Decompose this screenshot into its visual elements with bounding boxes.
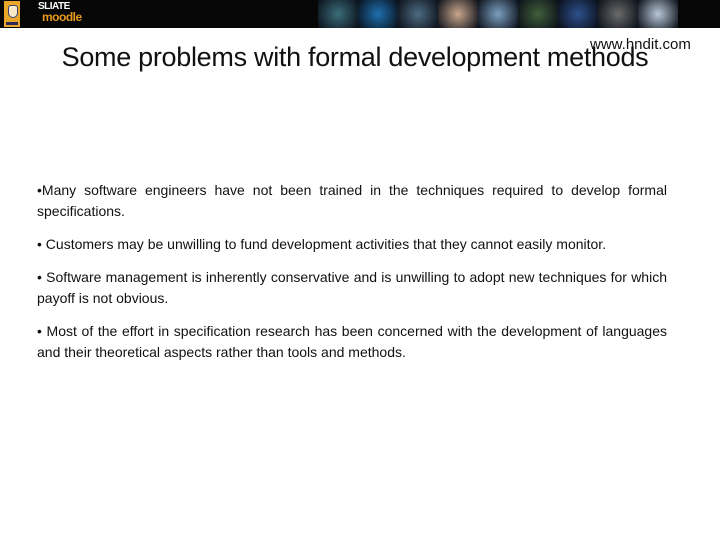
bullet-list: •Many software engineers have not been t… <box>37 180 667 375</box>
banner-photo-tile <box>438 0 478 28</box>
banner-photo-tile <box>478 0 518 28</box>
bullet-item: •Many software engineers have not been t… <box>37 182 667 219</box>
watermark-url: www.hndit.com <box>590 36 691 53</box>
slide-title: Some problems with formal development me… <box>61 42 649 72</box>
banner-photo-tile <box>558 0 598 28</box>
banner-photo-tile <box>598 0 638 28</box>
bullet-item: • Software management is inherently cons… <box>37 269 667 306</box>
banner-photo-tile <box>358 0 398 28</box>
shield-icon <box>8 5 18 18</box>
photo-strip <box>318 0 678 28</box>
crest-label <box>6 22 18 25</box>
bullet-item: • Customers may be unwilling to fund dev… <box>37 236 607 252</box>
bullet-item: • Most of the effort in specification re… <box>37 323 667 360</box>
brand-line2: moodle <box>42 10 82 24</box>
banner-photo-tile <box>638 0 678 28</box>
sliate-crest-logo <box>4 1 20 27</box>
banner-photo-tile <box>518 0 558 28</box>
sliate-moodle-logo: SLIATE moodle <box>38 2 82 24</box>
banner-photo-tile <box>318 0 358 28</box>
banner-photo-tile <box>398 0 438 28</box>
header-banner: SLIATE moodle <box>0 0 720 28</box>
